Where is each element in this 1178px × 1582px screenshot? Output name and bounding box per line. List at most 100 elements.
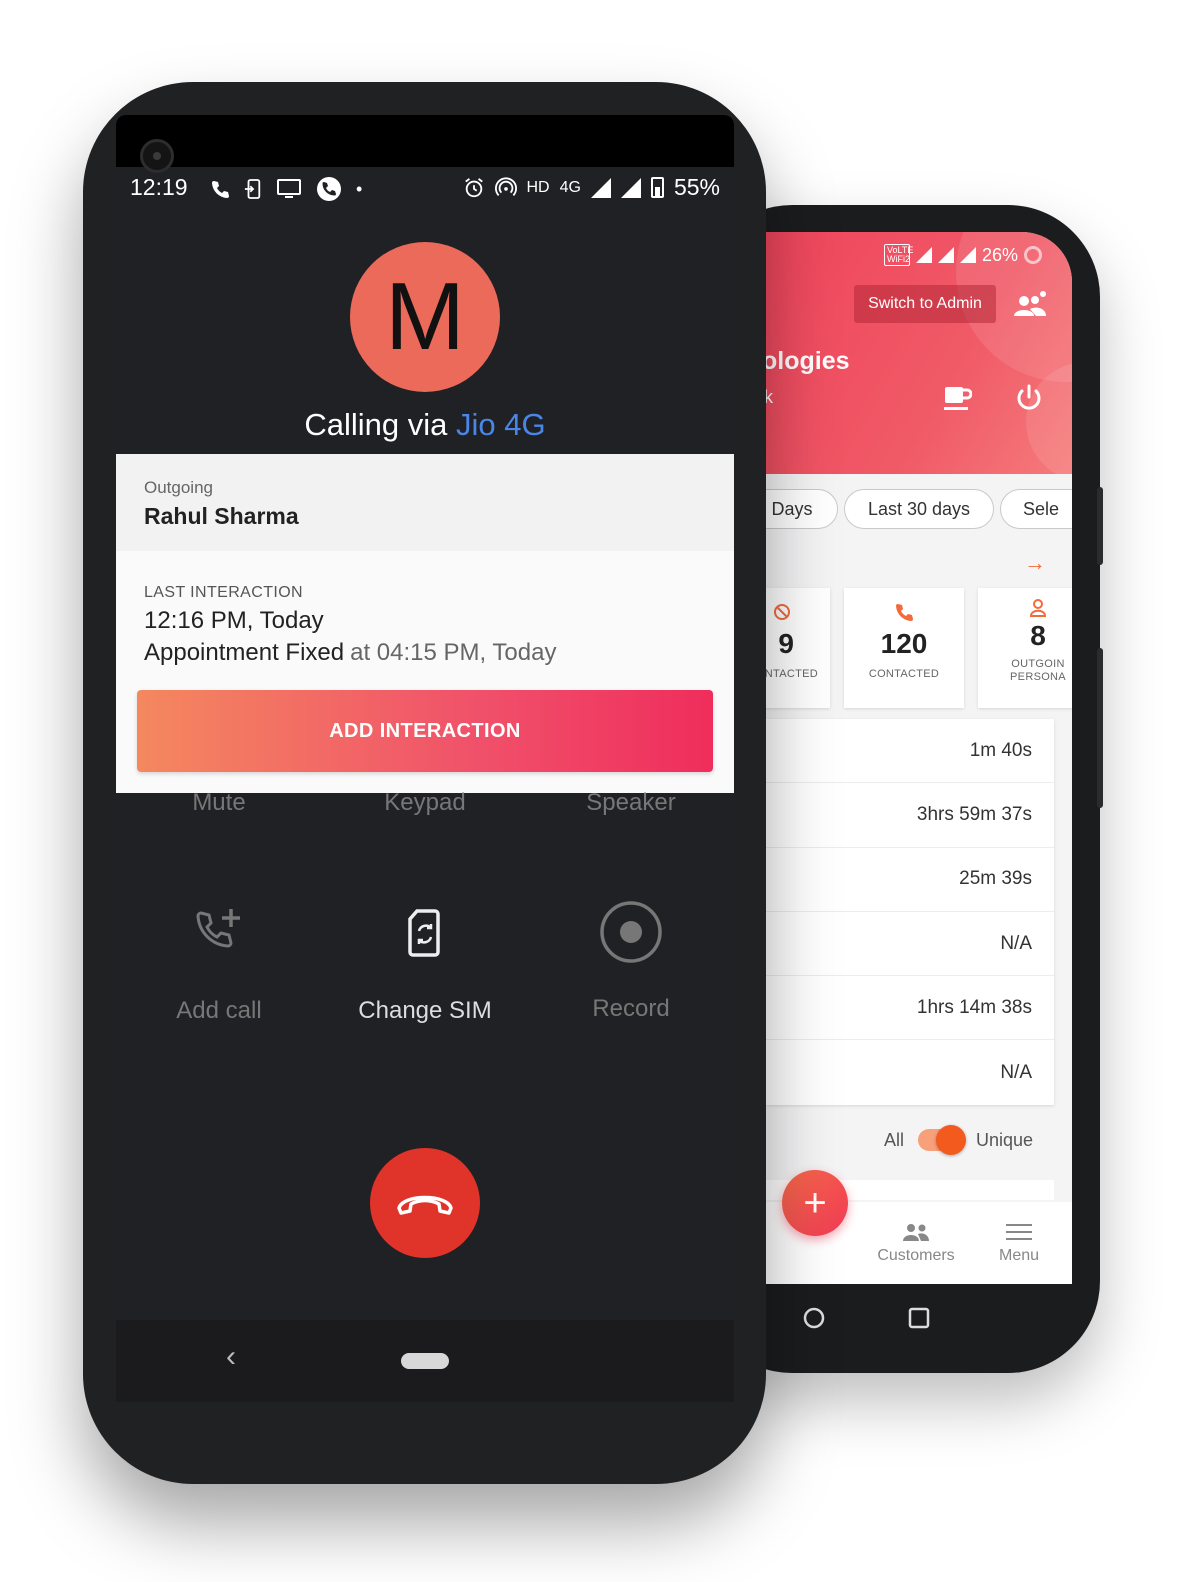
back-chevron-icon[interactable]: ‹	[226, 1340, 236, 1374]
speaker-label[interactable]: Speaker	[528, 789, 734, 817]
stat-label-line: PERSONA	[1010, 671, 1066, 683]
last-interaction-card: LAST INTERACTION 12:16 PM, Today Appoint…	[116, 551, 734, 793]
showcase-stage: VoLTE WiFi2 26% Switch to Admin ologies …	[0, 0, 1178, 1582]
stat-card-not-contacted[interactable]: 9 NTACTED	[766, 588, 830, 708]
volte-wifi-icon: VoLTE WiFi2	[883, 244, 913, 266]
carrier-name: Jio 4G	[456, 407, 546, 442]
status-detail: at 04:15 PM, Today	[350, 639, 557, 666]
stat-card-contacted[interactable]: 120 CONTACTED	[844, 588, 964, 708]
add-interaction-button[interactable]: ADD INTERACTION	[137, 690, 713, 772]
front-camera	[140, 139, 174, 173]
duration-list: 1m 40s 3hrs 59m 37s 25m 39s N/A 1hrs 14m…	[766, 719, 1054, 1105]
duration-row[interactable]: N/A	[766, 912, 1054, 977]
header-decoration	[1026, 362, 1072, 474]
home-circle-icon[interactable]	[802, 1306, 826, 1330]
break-cup-icon[interactable]	[942, 383, 972, 413]
last-interaction-label: LAST INTERACTION	[144, 584, 304, 601]
hotspot-icon	[494, 176, 517, 196]
recents-square-icon[interactable]	[907, 1306, 931, 1330]
back-phone-volume-button	[1097, 487, 1103, 565]
home-pill-icon[interactable]	[401, 1353, 449, 1369]
hang-up-icon	[397, 1195, 453, 1215]
system-nav-bar: ‹	[116, 1320, 734, 1402]
phone-icon	[896, 604, 913, 621]
hd-indicator: HD	[526, 178, 550, 196]
calling-via-text: Calling via Jio 4G	[116, 407, 734, 443]
end-call-button[interactable]	[370, 1148, 480, 1258]
duration-row[interactable]: 1m 40s	[766, 719, 1054, 784]
last-interaction-time: 12:16 PM, Today	[144, 607, 324, 634]
battery-percent: 55%	[673, 174, 720, 200]
record-label: Record	[592, 995, 670, 1022]
battery-ring-icon	[1024, 246, 1042, 264]
cell-signal-icon	[937, 247, 954, 263]
add-fab-button[interactable]: +	[782, 1170, 848, 1236]
calling-via-prefix: Calling via	[304, 407, 448, 442]
status-icons-right: HD 4G 55%	[463, 174, 720, 201]
status-bar: 12:19 • HD 4G 55%	[116, 170, 734, 206]
change-sim-label: Change SIM	[358, 997, 492, 1024]
whatsapp-call-icon	[317, 177, 341, 201]
add-call-icon	[196, 909, 240, 948]
filter-chip-days[interactable]: Days	[766, 489, 838, 529]
network-4g-indicator: 4G	[559, 178, 581, 196]
wifi-signal-icon	[915, 247, 932, 263]
duration-row[interactable]: N/A	[766, 1040, 1054, 1104]
stat-value: 8	[1030, 620, 1046, 651]
toggle-knob	[936, 1125, 967, 1155]
record-control[interactable]: Record	[528, 901, 734, 1023]
caller-avatar: M	[350, 242, 500, 392]
switch-to-admin-button[interactable]: Switch to Admin	[854, 285, 996, 323]
stat-label: NTACTED	[766, 668, 818, 680]
status-icons-left: •	[210, 176, 362, 202]
filter-chip-last-30-days[interactable]: Last 30 days	[844, 489, 994, 529]
battery-percent: 26%	[981, 244, 1018, 265]
arrow-right-icon[interactable]: →	[1024, 550, 1046, 576]
screen-top-bezel	[116, 115, 734, 167]
cell-signal-icon	[959, 247, 976, 263]
device-transfer-icon	[244, 179, 261, 199]
nav-menu[interactable]: Menu	[988, 1222, 1050, 1265]
add-call-label: Add call	[176, 997, 262, 1024]
mute-label[interactable]: Mute	[116, 789, 322, 817]
person-icon	[1029, 599, 1047, 617]
dashboard-header: VoLTE WiFi2 26% Switch to Admin ologies …	[766, 232, 1072, 474]
power-icon[interactable]	[1013, 382, 1045, 414]
all-unique-toggle-row: All Unique	[884, 1125, 1034, 1155]
back-phone-side-button	[1097, 648, 1103, 808]
duration-row[interactable]: 3hrs 59m 37s	[766, 783, 1054, 848]
nav-customers[interactable]: Customers	[870, 1222, 962, 1265]
back-phone-system-nav	[766, 1284, 1072, 1354]
back-status-bar: VoLTE WiFi2 26%	[883, 244, 1042, 266]
signal-icon	[590, 177, 611, 198]
battery-icon	[650, 177, 664, 198]
last-interaction-status: Appointment Fixed at 04:15 PM, Today	[144, 639, 556, 667]
stat-label: OUTGOIN PERSONA	[978, 658, 1072, 684]
stat-label: CONTACTED	[868, 668, 940, 680]
menu-icon	[1006, 1224, 1032, 1240]
stat-card-outgoing-personal[interactable]: 8 OUTGOIN PERSONA	[978, 588, 1072, 708]
nav-label: Menu	[998, 1247, 1040, 1264]
status-text: Appointment Fixed	[144, 639, 345, 666]
stat-value: 120	[880, 628, 928, 659]
duration-row[interactable]: 1hrs 14m 38s	[766, 976, 1054, 1041]
stat-value: 9	[778, 628, 794, 659]
record-icon	[600, 901, 662, 963]
back-phone-screen: VoLTE WiFi2 26% Switch to Admin ologies …	[766, 232, 1072, 1284]
filter-chip-select[interactable]: Sele	[1000, 489, 1072, 529]
monitor-icon	[277, 179, 301, 198]
keypad-label[interactable]: Keypad	[322, 789, 528, 817]
team-icon[interactable]	[1012, 290, 1048, 320]
add-call-control[interactable]: Add call	[116, 905, 322, 1025]
duration-row[interactable]: 25m 39s	[766, 848, 1054, 912]
nav-label: Customers	[877, 1247, 955, 1264]
outgoing-card: Outgoing Rahul Sharma	[116, 454, 734, 551]
call-icon	[212, 181, 229, 198]
all-unique-toggle[interactable]	[918, 1125, 967, 1155]
people-icon	[903, 1224, 929, 1241]
toggle-label-unique: Unique	[976, 1129, 1034, 1150]
change-sim-control[interactable]: Change SIM	[322, 905, 528, 1025]
toggle-label-all: All	[884, 1129, 905, 1150]
front-phone-screen: 12:19 • HD 4G 55% M Calling via Jio 4G O…	[116, 115, 734, 1402]
notification-dot-icon: •	[356, 178, 363, 199]
